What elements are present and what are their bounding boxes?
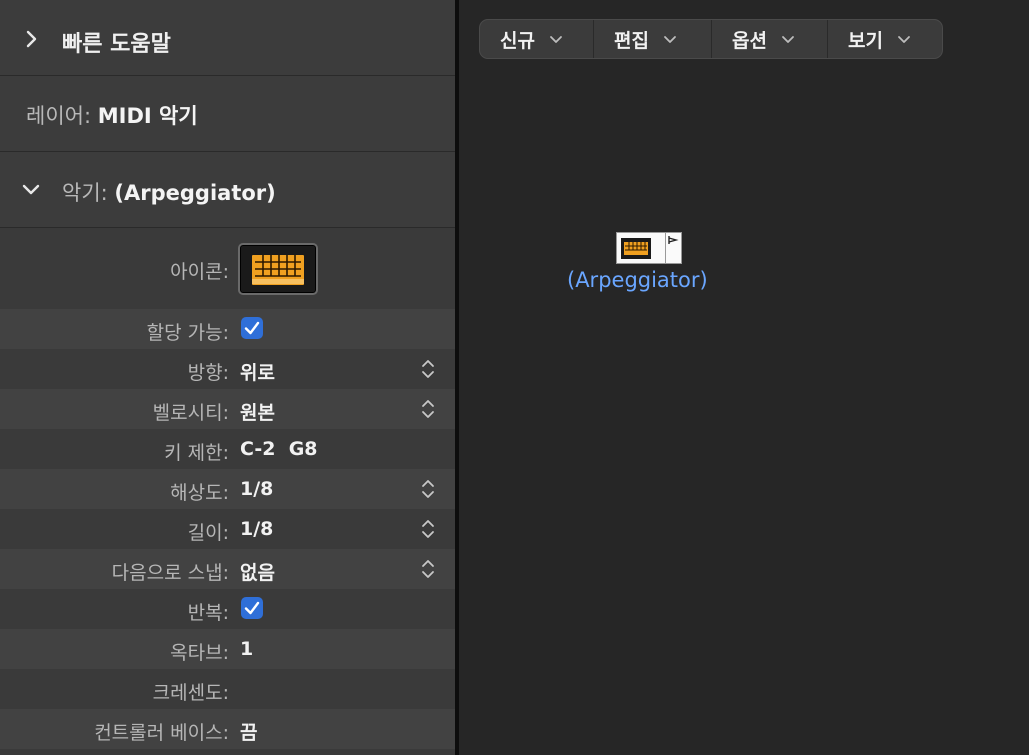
param-row-icon: 아이콘: <box>0 229 455 309</box>
param-row-snap-to[interactable]: 다음으로 스냅: 없음 <box>0 549 455 589</box>
param-label-assignable: 할당 가능: <box>146 322 229 344</box>
key-limit-value[interactable]: C-2 G8 <box>240 438 318 460</box>
menu-new-label: 신규 <box>500 29 535 52</box>
inspector-panel: 빠른 도움말 레이어: MIDI 악기 악기: (Arpeggiator) 아이… <box>0 0 455 755</box>
keyboard-icon <box>252 255 304 285</box>
environment-area[interactable]: 신규 편집 옵션 보기 (Arpeggiator) <box>459 0 1029 755</box>
layer-value: MIDI 악기 <box>97 104 198 128</box>
stepper-icon[interactable] <box>421 398 435 420</box>
param-label-resolution: 해상도: <box>170 482 229 504</box>
param-row-length[interactable]: 길이: 1/8 <box>0 509 455 549</box>
param-label-crescendo: 크레센도: <box>152 682 229 704</box>
chevron-down-icon <box>664 36 676 43</box>
instrument-row: 악기: (Arpeggiator) <box>62 177 276 207</box>
instrument-label: 악기: <box>62 181 108 205</box>
octave-value[interactable]: 1 <box>240 638 253 660</box>
velocity-value[interactable]: 원본 <box>240 398 275 425</box>
object-name-label[interactable]: (Arpeggiator) <box>567 268 708 292</box>
chevron-down-icon <box>550 36 562 43</box>
param-row-controller-base[interactable]: 컨트롤러 베이스: 끔 <box>0 709 455 749</box>
stepper-icon[interactable] <box>421 518 435 540</box>
param-row-crescendo[interactable]: 크레센도: <box>0 669 455 709</box>
menu-options[interactable]: 옵션 <box>712 20 828 58</box>
param-row-assignable: 할당 가능: <box>0 309 455 349</box>
chevron-down-icon[interactable] <box>20 178 42 200</box>
param-label-key-limit: 키 제한: <box>164 442 229 464</box>
instrument-section[interactable]: 악기: (Arpeggiator) <box>0 152 455 228</box>
menu-view[interactable]: 보기 <box>828 20 942 58</box>
assignable-checkbox[interactable] <box>241 317 263 339</box>
param-row-velocity[interactable]: 벨로시티: 원본 <box>0 389 455 429</box>
snap-to-value[interactable]: 없음 <box>240 558 275 585</box>
resolution-value[interactable]: 1/8 <box>240 478 273 500</box>
quick-help-section[interactable]: 빠른 도움말 <box>0 0 455 76</box>
stepper-icon[interactable] <box>421 558 435 580</box>
param-row-direction[interactable]: 방향: 위로 <box>0 349 455 389</box>
param-row-resolution[interactable]: 해상도: 1/8 <box>0 469 455 509</box>
menu-new[interactable]: 신규 <box>480 20 594 58</box>
controller-base-value[interactable]: 끔 <box>240 718 257 745</box>
param-label-controller-base: 컨트롤러 베이스: <box>94 722 229 744</box>
stepper-icon[interactable] <box>421 478 435 500</box>
param-label-velocity: 벨로시티: <box>152 402 229 424</box>
menu-edit[interactable]: 편집 <box>594 20 712 58</box>
icon-picker[interactable] <box>238 243 318 295</box>
object-icon[interactable] <box>616 232 666 264</box>
param-label-length: 길이: <box>187 522 229 544</box>
param-label-octave: 옥타브: <box>170 642 229 664</box>
param-row-repeat: 반복: <box>0 589 455 629</box>
param-label-repeat: 반복: <box>187 602 229 624</box>
checkmark-icon <box>244 601 260 615</box>
direction-value[interactable]: 위로 <box>240 358 275 385</box>
param-row-key-limit[interactable]: 키 제한: C-2 G8 <box>0 429 455 469</box>
instrument-value: (Arpeggiator) <box>114 181 276 205</box>
layer-label: 레이어: <box>26 104 92 128</box>
chevron-right-icon[interactable] <box>20 28 42 50</box>
menubar: 신규 편집 옵션 보기 <box>479 19 943 59</box>
repeat-checkbox[interactable] <box>241 597 263 619</box>
layer-section: 레이어: MIDI 악기 <box>0 76 455 152</box>
chevron-down-icon <box>782 36 794 43</box>
param-label-icon: 아이콘: <box>170 261 229 283</box>
checkmark-icon <box>244 321 260 335</box>
menu-edit-label: 편집 <box>614 29 649 52</box>
stepper-icon[interactable] <box>421 358 435 380</box>
arpeggiator-object[interactable] <box>616 232 682 264</box>
param-label-direction: 방향: <box>187 362 229 384</box>
length-value[interactable]: 1/8 <box>240 518 273 540</box>
param-label-snap-to: 다음으로 스냅: <box>111 562 229 584</box>
keyboard-icon <box>621 238 651 259</box>
output-arrow-icon <box>668 236 679 244</box>
param-row-octave[interactable]: 옥타브: 1 <box>0 629 455 669</box>
menu-options-label: 옵션 <box>732 29 767 52</box>
quick-help-title: 빠른 도움말 <box>62 32 171 57</box>
output-port[interactable] <box>666 232 682 264</box>
menu-view-label: 보기 <box>848 29 883 52</box>
chevron-down-icon <box>898 36 910 43</box>
layer-row: 레이어: MIDI 악기 <box>26 100 198 130</box>
